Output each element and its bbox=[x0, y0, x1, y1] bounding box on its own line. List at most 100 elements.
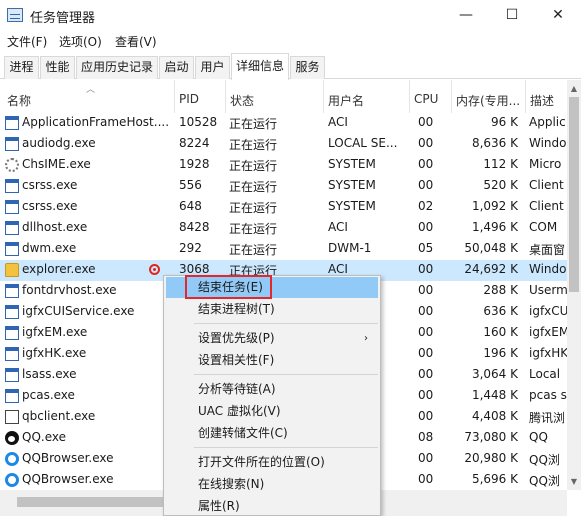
menu-set-priority[interactable]: 设置优先级(P) › bbox=[166, 328, 378, 349]
window-icon bbox=[5, 137, 19, 151]
process-description: COM bbox=[529, 220, 558, 234]
menu-open-file-location[interactable]: 打开文件所在的位置(O) bbox=[166, 452, 378, 473]
process-status: 正在运行 bbox=[229, 180, 278, 194]
menu-properties[interactable]: 属性(R) bbox=[166, 496, 378, 516]
process-memory: 8,636 K bbox=[471, 136, 518, 150]
tab-details[interactable]: 详细信息 bbox=[231, 53, 289, 80]
menu-file[interactable]: 文件(F) bbox=[7, 33, 47, 50]
menu-set-affinity[interactable]: 设置相关性(F) bbox=[166, 350, 378, 371]
table-row[interactable]: ChsIME.exe 1928 正在运行 SYSTEM 00 112 K Micro bbox=[0, 155, 567, 176]
column-memory[interactable]: 内存(专用... bbox=[451, 80, 524, 113]
column-cpu[interactable]: CPU bbox=[409, 80, 450, 113]
menu-separator bbox=[194, 374, 378, 375]
maximize-button[interactable]: ☐ bbox=[489, 0, 535, 31]
tab-startup[interactable]: 启动 bbox=[159, 56, 194, 79]
window-icon bbox=[5, 179, 19, 193]
process-status: 正在运行 bbox=[229, 159, 278, 173]
process-cpu: 00 bbox=[418, 304, 434, 318]
process-cpu: 00 bbox=[418, 157, 434, 171]
process-description: QQ浏 bbox=[529, 474, 560, 488]
scroll-down-icon[interactable]: ▼ bbox=[567, 473, 581, 490]
process-cpu: 00 bbox=[418, 178, 434, 192]
process-status: 正在运行 bbox=[229, 138, 278, 152]
process-memory: 3,064 K bbox=[471, 367, 518, 381]
tab-app-history[interactable]: 应用历史记录 bbox=[76, 56, 158, 79]
process-name: csrss.exe bbox=[22, 199, 78, 213]
process-pid: 292 bbox=[179, 241, 202, 255]
menu-set-priority-label: 设置优先级(P) bbox=[198, 331, 275, 345]
tab-processes[interactable]: 进程 bbox=[4, 56, 39, 79]
column-name[interactable]: 名称 ︿ bbox=[3, 80, 173, 113]
process-description: Windo bbox=[529, 136, 567, 150]
process-name: igfxEM.exe bbox=[22, 325, 88, 339]
process-cpu: 00 bbox=[418, 472, 434, 486]
process-cpu: 08 bbox=[418, 430, 434, 444]
process-name: lsass.exe bbox=[22, 367, 77, 381]
gear-icon bbox=[5, 158, 19, 172]
process-cpu: 00 bbox=[418, 367, 434, 381]
menu-create-dump-file[interactable]: 创建转储文件(C) bbox=[166, 423, 378, 444]
process-cpu: 00 bbox=[418, 451, 434, 465]
process-description: QQ bbox=[529, 430, 548, 444]
process-memory: 50,048 K bbox=[464, 241, 518, 255]
window-icon bbox=[5, 284, 19, 298]
horizontal-scroll-thumb[interactable] bbox=[17, 497, 177, 507]
minimize-button[interactable]: — bbox=[443, 0, 489, 31]
tab-performance[interactable]: 性能 bbox=[40, 56, 75, 79]
process-description: Windo bbox=[529, 262, 567, 276]
process-memory: 96 K bbox=[491, 115, 518, 129]
process-description: 桌面窗 bbox=[529, 243, 566, 257]
process-status: 正在运行 bbox=[229, 117, 278, 131]
process-pid: 1928 bbox=[179, 157, 210, 171]
process-memory: 20,980 K bbox=[464, 451, 518, 465]
task-manager-icon bbox=[7, 8, 23, 22]
qq-icon bbox=[5, 431, 19, 445]
process-name: csrss.exe bbox=[22, 178, 78, 192]
process-username: ACI bbox=[328, 115, 348, 129]
column-status[interactable]: 状态 bbox=[225, 80, 322, 113]
table-row[interactable]: ApplicationFrameHost.... 10528 正在运行 ACI 00 96… bbox=[0, 113, 567, 134]
menu-analyze-wait-chain[interactable]: 分析等待链(A) bbox=[166, 379, 378, 400]
table-row[interactable]: csrss.exe 648 正在运行 SYSTEM 02 1,092 K Client bbox=[0, 197, 567, 218]
process-description: Micro bbox=[529, 157, 562, 171]
table-row[interactable]: dwm.exe 292 正在运行 DWM-1 05 50,048 K 桌面窗 bbox=[0, 239, 567, 260]
process-cpu: 00 bbox=[418, 283, 434, 297]
window-icon bbox=[5, 200, 19, 214]
process-name: fontdrvhost.exe bbox=[22, 283, 117, 297]
process-memory: 24,692 K bbox=[464, 262, 518, 276]
column-username[interactable]: 用户名 bbox=[323, 80, 408, 113]
submenu-arrow-icon: › bbox=[364, 333, 368, 344]
highlight-box bbox=[185, 275, 272, 299]
sort-ascending-icon: ︿ bbox=[86, 85, 96, 95]
menu-options[interactable]: 选项(O) bbox=[59, 33, 102, 50]
process-memory: 520 K bbox=[483, 178, 518, 192]
process-cpu: 00 bbox=[418, 115, 434, 129]
column-pid[interactable]: PID bbox=[174, 80, 224, 113]
process-description: 腾讯浏 bbox=[529, 411, 566, 425]
tab-services[interactable]: 服务 bbox=[290, 56, 325, 79]
process-name: QQ.exe bbox=[22, 430, 66, 444]
process-name: dwm.exe bbox=[22, 241, 77, 255]
process-memory: 1,496 K bbox=[471, 220, 518, 234]
column-description[interactable]: 描述 bbox=[525, 80, 567, 113]
process-cpu: 00 bbox=[418, 388, 434, 402]
window-icon bbox=[5, 242, 19, 256]
process-username: ACI bbox=[328, 220, 348, 234]
menu-view[interactable]: 查看(V) bbox=[115, 33, 157, 50]
process-name: igfxCUIService.exe bbox=[22, 304, 135, 318]
process-description: Applic bbox=[529, 115, 566, 129]
window-icon bbox=[5, 305, 19, 319]
menu-search-online[interactable]: 在线搜索(N) bbox=[166, 474, 378, 495]
scroll-up-icon[interactable]: ▲ bbox=[567, 80, 581, 97]
vertical-scroll-thumb[interactable] bbox=[569, 97, 579, 292]
process-memory: 288 K bbox=[483, 283, 518, 297]
menu-end-process-tree[interactable]: 结束进程树(T) bbox=[166, 299, 378, 320]
table-row[interactable]: audiodg.exe 8224 正在运行 LOCAL SE... 00 8,636 K W… bbox=[0, 134, 567, 155]
process-pid: 10528 bbox=[179, 115, 218, 129]
menu-uac-virtualization[interactable]: UAC 虚拟化(V) bbox=[166, 401, 378, 422]
table-row[interactable]: csrss.exe 556 正在运行 SYSTEM 00 520 K Client bbox=[0, 176, 567, 197]
table-row[interactable]: dllhost.exe 8428 正在运行 ACI 00 1,496 K COM bbox=[0, 218, 567, 239]
vertical-scrollbar[interactable]: ▲ ▼ bbox=[567, 80, 581, 490]
close-button[interactable]: ✕ bbox=[535, 0, 581, 31]
tab-users[interactable]: 用户 bbox=[195, 56, 230, 79]
